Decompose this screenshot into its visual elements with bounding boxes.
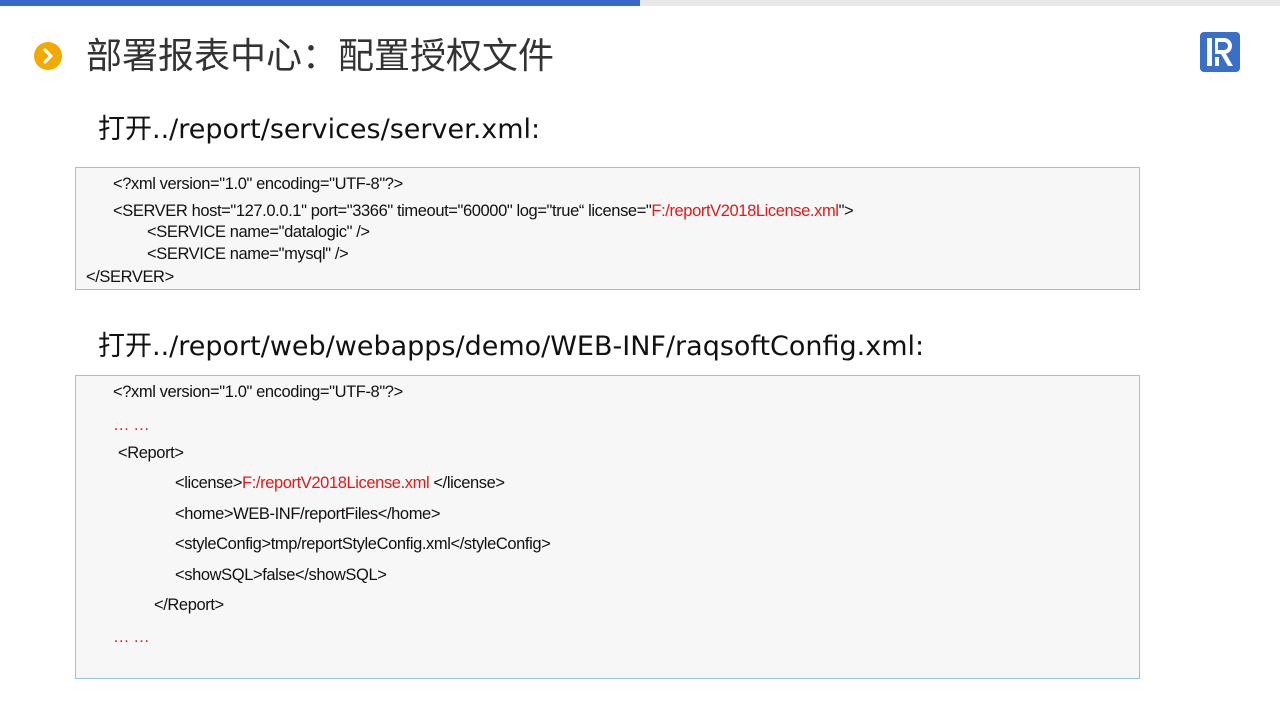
code-line-home: <home>WEB-INF/reportFiles</home> [175,505,441,523]
chevron-right-icon [34,42,62,70]
code-line-ellipsis: … … [113,416,150,434]
top-gray-bar [640,0,1280,6]
code-line-report-close: </Report> [154,596,224,614]
code-line-show-sql: <showSQL>false</showSQL> [175,566,387,584]
top-accent-bar [0,0,640,6]
code-text: <SERVER host="127.0.0.1" port="3366" tim… [113,202,652,220]
code-line-xml-declaration: <?xml version="1.0" encoding="UTF-8"?> [113,383,403,401]
license-path-highlight: F:/reportV2018License.xml [242,474,430,492]
section-heading-server-xml: 打开../report/services/server.xml: [98,114,541,145]
code-box-server-xml: <?xml version="1.0" encoding="UTF-8"?> <… [75,167,1140,290]
code-line-service-mysql: <SERVICE name="mysql" /> [147,245,349,263]
code-line-report-open: <Report> [118,444,184,462]
code-line-server-close: </SERVER> [86,268,174,286]
code-line-server-open: <SERVER host="127.0.0.1" port="3366" tim… [113,201,854,221]
code-line-style-config: <styleConfig>tmp/reportStyleConfig.xml</… [175,535,551,553]
page-title: 部署报表中心：配置授权文件 [86,36,555,77]
license-path-highlight: F:/reportV2018License.xml [651,202,839,220]
code-line-service-datalogic: <SERVICE name="datalogic" /> [147,223,370,241]
code-box-raqsoft-config: <?xml version="1.0" encoding="UTF-8"?> …… [75,375,1140,679]
code-line-ellipsis: … … [113,628,150,646]
section-heading-raqsoft-config: 打开../report/web/webapps/demo/WEB-INF/raq… [98,331,925,362]
code-text: "> [838,202,854,220]
raqsoft-logo-icon [1199,31,1241,73]
code-line-xml-declaration: <?xml version="1.0" encoding="UTF-8"?> [113,175,403,193]
code-text: <license> [175,474,243,492]
code-text: </license> [429,474,505,492]
code-line-license: <license>F:/reportV2018License.xml </lic… [175,473,505,493]
